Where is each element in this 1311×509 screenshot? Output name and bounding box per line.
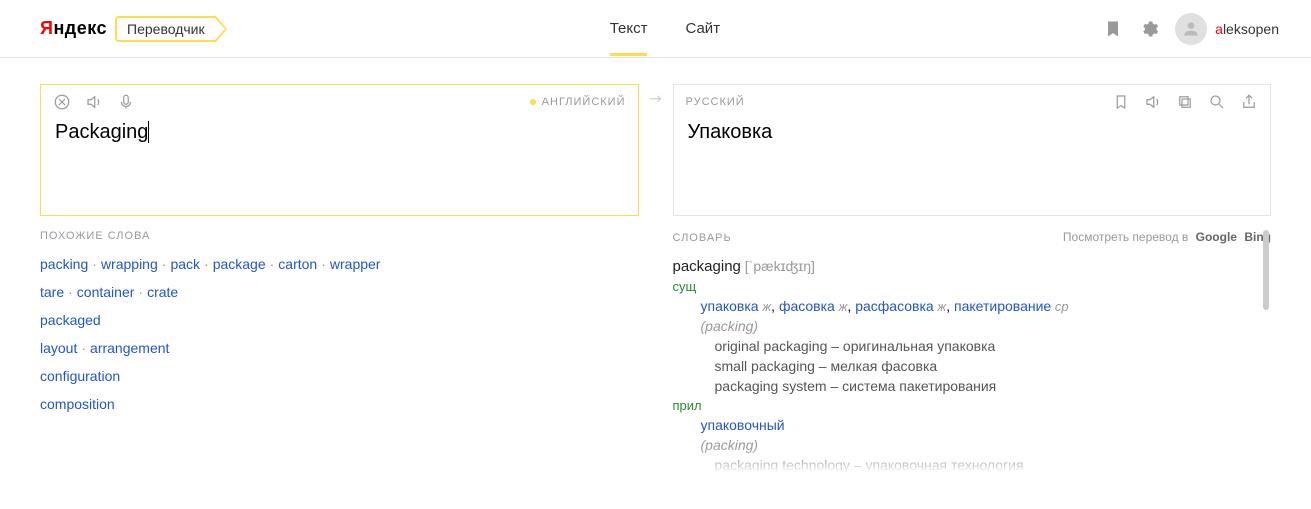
dict-paren: (packing) bbox=[673, 318, 1272, 334]
below-panes: ПОХОЖИЕ СЛОВА packing·wrapping·pack·pack… bbox=[0, 216, 1311, 473]
dict-example: packaging system – система пакетирования bbox=[673, 378, 1272, 394]
separator: · bbox=[77, 340, 90, 356]
share-icon[interactable] bbox=[1240, 93, 1258, 111]
dict-pos: сущ bbox=[673, 279, 1272, 294]
similar-word-link[interactable]: package bbox=[213, 256, 266, 272]
microphone-icon[interactable] bbox=[117, 93, 135, 111]
source-lang-label[interactable]: АНГЛИЙСКИЙ bbox=[530, 96, 626, 108]
swap-languages[interactable] bbox=[639, 84, 673, 216]
header-actions: aleksopen bbox=[1103, 13, 1279, 45]
tab-text[interactable]: Текст bbox=[610, 2, 648, 55]
source-pane: АНГЛИЙСКИЙ Packaging bbox=[40, 84, 639, 216]
speaker-icon[interactable] bbox=[85, 93, 103, 111]
similar-word-link[interactable]: carton bbox=[278, 256, 317, 272]
mode-tabs: Текст Сайт bbox=[610, 2, 720, 55]
similar-row: tare·container·crate bbox=[40, 284, 639, 300]
dict-gender: ср bbox=[1051, 299, 1068, 314]
service-badge[interactable]: Переводчик bbox=[115, 15, 227, 43]
bookmark-outline-icon[interactable] bbox=[1112, 93, 1130, 111]
dict-headword: packaging bbox=[673, 258, 741, 275]
dict-gender: ж bbox=[934, 299, 947, 314]
dict-pos: прил bbox=[673, 398, 1272, 413]
separator: · bbox=[158, 256, 171, 272]
similar-row: packing·wrapping·pack·package·carton·wra… bbox=[40, 256, 639, 272]
logo-group[interactable]: Яндекс Переводчик bbox=[40, 15, 227, 43]
dict-paren: (packing) bbox=[673, 437, 1272, 453]
separator: · bbox=[266, 256, 279, 272]
target-pane: РУССКИЙ Упаковка bbox=[673, 84, 1272, 216]
target-text-output: Упаковка bbox=[674, 115, 1271, 150]
dict-sense: упаковка ж, фасовка ж, расфасовка ж, пак… bbox=[673, 298, 1272, 314]
similar-word-link[interactable]: configuration bbox=[40, 368, 120, 384]
separator: · bbox=[317, 256, 330, 272]
similar-word-link[interactable]: packaged bbox=[40, 312, 101, 328]
similar-row: composition bbox=[40, 396, 639, 412]
dictionary-section: СЛОВАРЬ Посмотреть перевод в Google Bing… bbox=[673, 230, 1272, 473]
scrollbar[interactable] bbox=[1263, 230, 1269, 473]
dict-translation-link[interactable]: фасовка bbox=[779, 298, 835, 314]
dict-translation-link[interactable]: упаковочный bbox=[701, 417, 785, 433]
speaker-icon[interactable] bbox=[1144, 93, 1162, 111]
similar-word-link[interactable]: packing bbox=[40, 256, 88, 272]
similar-row: configuration bbox=[40, 368, 639, 384]
target-lang-label[interactable]: РУССКИЙ bbox=[686, 96, 745, 108]
similar-word-link[interactable]: wrapper bbox=[330, 256, 381, 272]
similar-row: layout·arrangement bbox=[40, 340, 639, 356]
scrollbar-thumb[interactable] bbox=[1263, 230, 1269, 310]
dict-example: original packaging – оригинальная упаков… bbox=[673, 338, 1272, 354]
dict-gender: ж bbox=[759, 299, 772, 314]
translator-panes: АНГЛИЙСКИЙ Packaging РУССКИЙ Упаковка bbox=[0, 58, 1311, 216]
dict-example: packaging technology – упаковочная техно… bbox=[673, 457, 1272, 473]
dict-ipa: [ˈpækɪʤɪŋ] bbox=[745, 258, 815, 274]
header: Яндекс Переводчик Текст Сайт aleksopen bbox=[0, 0, 1311, 58]
user-menu[interactable]: aleksopen bbox=[1175, 13, 1279, 45]
source-text-input[interactable]: Packaging bbox=[41, 115, 638, 150]
dict-translation-link[interactable]: пакетирование bbox=[954, 298, 1051, 314]
similar-word-link[interactable]: wrapping bbox=[101, 256, 158, 272]
dictionary-title: СЛОВАРЬ bbox=[673, 232, 732, 244]
swap-icon bbox=[647, 92, 665, 110]
separator: · bbox=[200, 256, 213, 272]
dict-sense: упаковочный bbox=[673, 417, 1272, 433]
tab-site[interactable]: Сайт bbox=[685, 2, 720, 55]
gear-icon[interactable] bbox=[1139, 19, 1159, 39]
avatar-icon bbox=[1175, 13, 1207, 45]
similar-word-link[interactable]: container bbox=[77, 284, 135, 300]
dict-translation-link[interactable]: расфасовка bbox=[855, 298, 933, 314]
similar-word-link[interactable]: pack bbox=[170, 256, 200, 272]
search-icon[interactable] bbox=[1208, 93, 1226, 111]
clear-icon[interactable] bbox=[53, 93, 71, 111]
yandex-logo[interactable]: Яндекс bbox=[40, 18, 107, 39]
ext-link-google[interactable]: Google bbox=[1196, 230, 1237, 244]
copy-icon[interactable] bbox=[1176, 93, 1194, 111]
similar-word-link[interactable]: arrangement bbox=[90, 340, 169, 356]
similar-word-link[interactable]: crate bbox=[147, 284, 178, 300]
similar-word-link[interactable]: composition bbox=[40, 396, 115, 412]
username: aleksopen bbox=[1215, 21, 1279, 37]
dict-example: small packaging – мелкая фасовка bbox=[673, 358, 1272, 374]
external-links: Посмотреть перевод в Google Bing bbox=[1063, 230, 1271, 244]
autodetect-dot-icon bbox=[530, 99, 536, 105]
separator: · bbox=[134, 284, 147, 300]
dict-translation-link[interactable]: упаковка bbox=[701, 298, 759, 314]
dict-gender: ж bbox=[835, 299, 848, 314]
separator: · bbox=[64, 284, 77, 300]
separator: · bbox=[88, 256, 101, 272]
similar-section: ПОХОЖИЕ СЛОВА packing·wrapping·pack·pack… bbox=[40, 230, 639, 473]
dictionary-body: packaging [ˈpækɪʤɪŋ] сущ упаковка ж, фасо… bbox=[673, 258, 1272, 473]
bookmark-icon[interactable] bbox=[1103, 19, 1123, 39]
similar-word-link[interactable]: layout bbox=[40, 340, 77, 356]
similar-row: packaged bbox=[40, 312, 639, 328]
similar-word-link[interactable]: tare bbox=[40, 284, 64, 300]
similar-title: ПОХОЖИЕ СЛОВА bbox=[40, 230, 639, 242]
